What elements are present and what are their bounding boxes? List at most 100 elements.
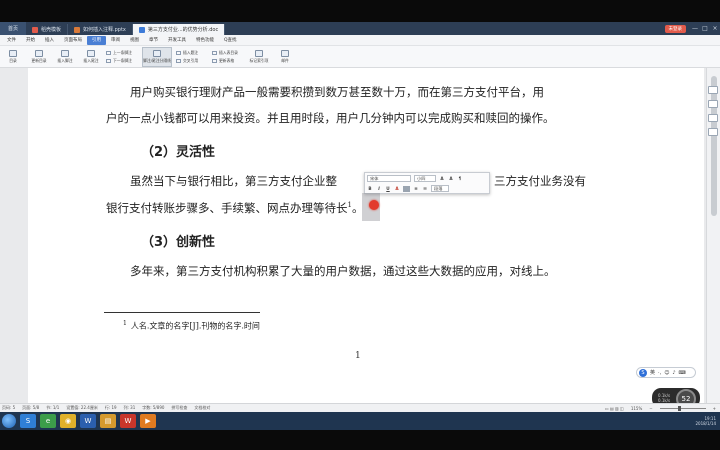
cross-reference-button[interactable]: 交叉引用 [176,58,208,64]
zoom-level[interactable]: 115% [631,406,642,411]
login-button[interactable]: 未登录 [664,24,686,33]
menu-references[interactable]: 引用 [87,35,106,45]
title-tab-bar: 首页 稻壳模板 如何插入注释.pptx 第三方支付业...的优势分析.doc 未… [0,22,720,35]
word-app-icon[interactable]: W [80,414,96,428]
tab-pptx[interactable]: 如何插入注释.pptx [68,24,133,35]
spell-check-toggle[interactable]: 拼写检查 [171,405,187,411]
browser-app-icon[interactable]: e [40,414,56,428]
menu-view[interactable]: 视图 [125,36,144,45]
input-method-bar[interactable]: S 英 ·, ☺ ♪ ⌨ [636,367,696,378]
side-select-icon[interactable] [708,86,718,94]
insert-caption-button[interactable]: 插入题注 [176,50,208,56]
underline-button[interactable]: U [385,186,391,192]
grow-font-icon[interactable]: A [439,176,445,182]
toc-button[interactable]: 目录 [2,47,24,67]
menu-insert[interactable]: 插入 [40,36,59,45]
minimize-button[interactable]: — [690,25,700,32]
italic-button[interactable]: I [376,186,382,192]
mail-icon [281,49,289,57]
down-arrow-icon [106,58,111,63]
shrink-font-icon[interactable]: A [448,176,454,182]
status-col: 列: 31 [123,405,136,410]
list-icon[interactable]: ☰ [422,186,428,192]
tab-label: 如何插入注释.pptx [83,27,126,33]
align-icon[interactable]: ≡ [413,186,419,192]
refresh-icon [212,58,217,63]
tab-home[interactable]: 首页 [0,22,26,35]
maximize-button[interactable]: □ [700,25,710,32]
status-section: 节: 1/1 [46,405,60,410]
footnote-text: 人名.文章的名字[J].刊物的名字.时间 [130,321,260,331]
mail-button[interactable]: 邮件 [274,47,296,67]
menu-page-layout[interactable]: 页面布局 [59,36,87,45]
scroll-thumb[interactable] [711,76,717,216]
bold-button[interactable]: B [367,186,373,192]
doc-check-toggle[interactable]: 文档校对 [194,405,210,411]
keyboard-icon[interactable]: ⌨ [679,370,686,376]
tab-doc-active[interactable]: 第三方支付业...的优势分析.doc [132,24,226,35]
prev-footnote-button[interactable]: 上一条脚注 [106,50,138,56]
caption-group: 插入题注 交叉引用 [176,50,208,64]
wps-app-icon[interactable]: W [120,414,136,428]
font-family-select[interactable]: 宋体 [367,175,411,182]
menu-special[interactable]: 特色功能 [191,36,219,45]
paragraph-icon[interactable]: ¶ [457,176,463,182]
rb-label: 插入表目录 [219,49,238,55]
heading-innovation: （3）创新性 [141,235,216,250]
update-table-button[interactable]: 更新表格 [212,58,244,64]
status-row: 行: 19 [104,405,117,410]
floating-format-toolbar: 宋体 小四 A A ¶ B I U A ≡ ☰ 段落 [364,172,490,194]
tab-docer-templates[interactable]: 稻壳模板 [26,24,69,35]
system-clock[interactable]: 19:11 2018/1/14 [695,416,720,426]
status-wordcount[interactable]: 字数: 5/890 [142,405,164,411]
paragraph-button[interactable]: 段落 [431,185,449,192]
zoom-in-button[interactable]: + [713,406,716,411]
start-button[interactable] [2,414,16,428]
sogou-app-icon[interactable]: S [20,414,36,428]
clock-date: 2018/1/14 [695,421,716,426]
insert-footnote-button[interactable]: 插入脚注 [54,47,76,67]
side-share-icon[interactable] [708,114,718,122]
caption-icon [176,50,181,55]
view-mode-icons[interactable]: ▭ ▤ ▥ ◫ [605,406,624,411]
status-position: 设置值: 22.4厘米 [66,405,98,410]
font-size-select[interactable]: 小四 [414,175,436,182]
ime-mode: 英 [650,370,656,376]
mark-index-button[interactable]: 标记索引项 [248,47,270,67]
font-color-button[interactable]: A [394,186,400,192]
body-line: 银行支付转账步骤多、手续繁、网点办理等待长1。 [106,200,363,216]
explorer-app-icon[interactable]: ▤ [100,414,116,428]
body-line: 户的一点小钱都可以用来投资。并且用时段，用户几分钟内可以完成购买和赎回的操作。 [106,111,555,125]
zoom-slider[interactable] [659,405,706,411]
menu-review[interactable]: 审阅 [106,36,125,45]
chrome-app-icon[interactable]: ◉ [60,414,76,428]
size-value: 小四 [417,175,426,181]
search-box[interactable]: Q查找 [219,36,242,45]
footnote-icon [61,49,69,57]
menu-developer[interactable]: 开发工具 [163,36,191,45]
footnote-separator-button[interactable]: 脚注/尾注分隔线 [142,46,172,67]
tab-label: 稻壳模板 [41,27,62,33]
emoji-icon[interactable]: ☺ [664,370,669,376]
player-app-icon[interactable]: ▶ [140,414,156,428]
mic-icon[interactable]: ♪ [672,370,675,376]
gauge-value: 52 [681,395,691,403]
side-style-icon[interactable] [708,100,718,108]
menu-section[interactable]: 章节 [144,36,163,45]
zoom-out-button[interactable]: − [649,406,652,411]
insert-figure-table-button[interactable]: 插入表目录 [212,50,244,56]
status-page[interactable]: 页码: 5 [2,405,15,411]
side-help-icon[interactable] [708,128,718,136]
document-area: 用户购买银行理财产品一般需要积攒到数万甚至数十万，而在第三方支付平台，用 户的一… [0,68,706,403]
next-footnote-button[interactable]: 下一条脚注 [106,58,138,64]
insert-endnote-button[interactable]: 插入尾注 [80,47,102,67]
footnote-nav-group: 上一条脚注 下一条脚注 [106,50,138,64]
highlight-button[interactable] [403,185,410,192]
menu-file[interactable]: 文件 [2,36,21,45]
document-page[interactable]: 用户购买银行理财产品一般需要积攒到数万甚至数十万，而在第三方支付平台，用 户的一… [28,68,704,403]
rb-label: 交叉引用 [183,57,199,63]
close-button[interactable]: × [710,25,720,32]
rb-label: 插入脚注 [57,57,73,63]
update-toc-button[interactable]: 更新目录 [28,47,50,67]
menu-home[interactable]: 开始 [21,36,40,45]
